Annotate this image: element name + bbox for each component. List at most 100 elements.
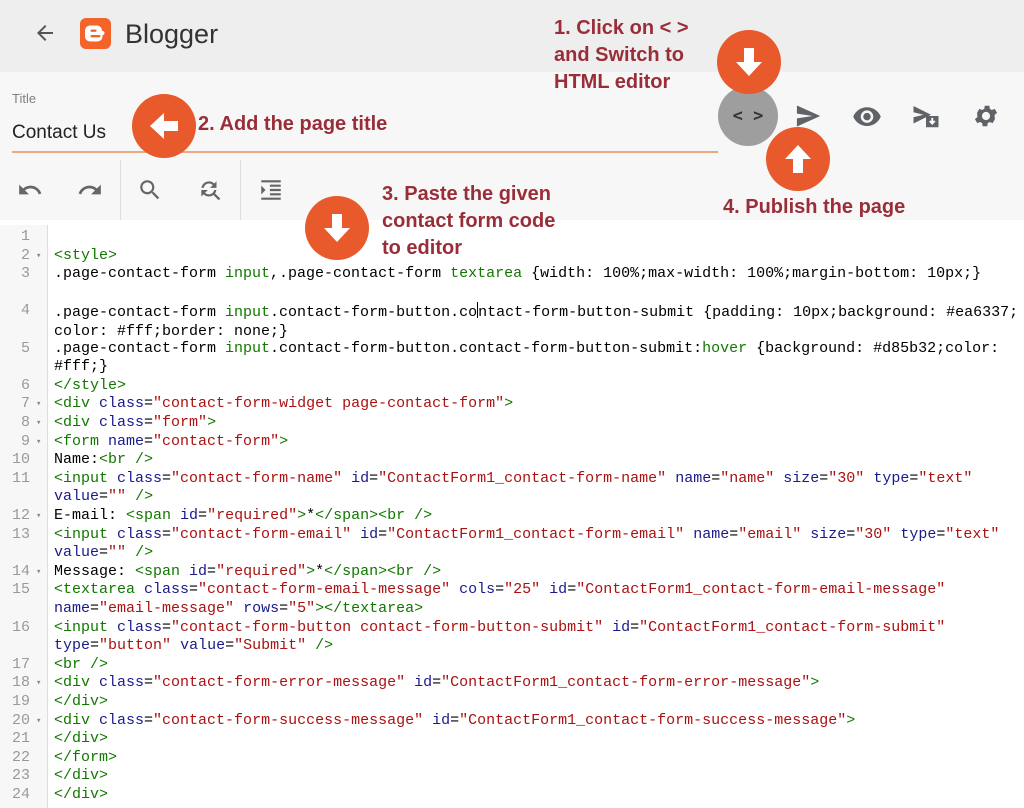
code-text: .page-contact-form input.contact-form-bu…: [54, 340, 1022, 377]
fold-toggle-icon[interactable]: ▾: [36, 674, 41, 693]
code-line: 7 ▾ <div class="contact-form-widget page-c…: [0, 395, 1024, 414]
code-token: =: [90, 637, 100, 655]
code-token: .page-contact-form: [54, 265, 226, 283]
code-line: 22 </form>: [0, 749, 1024, 768]
code-token: class: [117, 469, 163, 487]
eye-icon: [853, 107, 881, 126]
code-token: "contact-form": [153, 432, 280, 450]
line-number: 2: [20, 246, 30, 264]
code-line: 5 .page-contact-form input.contact-form-b…: [0, 340, 1024, 377]
undo-icon: [19, 184, 42, 195]
code-token: "text": [945, 525, 1000, 543]
code-token: .page-contact-form: [54, 304, 226, 322]
code-token: value: [180, 637, 226, 655]
line-number: 18: [11, 674, 30, 692]
code-token: =: [630, 618, 640, 636]
code-token: name: [108, 432, 145, 450]
fold-toggle-icon[interactable]: ▾: [36, 712, 41, 731]
code-token: "25": [504, 581, 541, 599]
send-icon: [796, 105, 821, 127]
code-token: "required": [207, 507, 298, 524]
line-number: 13: [11, 525, 30, 543]
code-token: <div: [54, 414, 100, 431]
code-token: Message:: [54, 562, 136, 580]
back-arrow-icon[interactable]: [28, 16, 62, 50]
code-token: <span: [135, 562, 190, 580]
code-text: </div>: [54, 767, 1022, 786]
line-number: 8: [20, 414, 30, 431]
code-text: <textarea class="contact-form-email-mess…: [54, 581, 1022, 618]
code-token: "contact-form-button contact-form-button…: [171, 618, 604, 636]
gear-icon: [974, 105, 998, 127]
line-number: 10: [11, 451, 30, 469]
html-view-toggle-button[interactable]: < >: [718, 86, 778, 146]
code-token: =: [90, 599, 100, 617]
code-token: Name:: [54, 451, 100, 469]
code-text: </form>: [54, 749, 1022, 768]
toolbar-divider: [120, 160, 121, 220]
undo-button[interactable]: [10, 170, 50, 210]
find-replace-button[interactable]: [190, 170, 230, 210]
find-button[interactable]: [130, 170, 170, 210]
arrow-left-icon: [150, 113, 178, 139]
format-button[interactable]: [251, 170, 291, 210]
code-token: input: [225, 339, 271, 357]
code-token: id: [549, 581, 568, 599]
annotation-arrow-down: [305, 196, 369, 260]
code-editor[interactable]: 1 2 ▾ <style> 3 .page-contact-form input,.pag…: [0, 225, 1024, 808]
code-token: =: [378, 525, 388, 543]
code-token: =: [729, 525, 739, 543]
code-token: =: [144, 674, 154, 692]
code-token: <div: [54, 395, 100, 413]
code-token: id: [360, 525, 379, 543]
fold-toggle-icon[interactable]: ▾: [36, 395, 41, 414]
line-number: 15: [11, 581, 30, 599]
code-text: </div>: [54, 730, 1022, 749]
code-token: id: [414, 674, 433, 692]
code-token: rows: [243, 599, 280, 617]
redo-button[interactable]: [70, 170, 110, 210]
redo-icon: [78, 184, 101, 195]
code-token: "30": [828, 469, 865, 487]
title-label: Title: [12, 91, 37, 106]
code-view-icon: < >: [732, 106, 764, 126]
preview-button[interactable]: [847, 96, 887, 136]
title-underline: [12, 151, 718, 153]
fold-toggle-icon[interactable]: ▾: [36, 563, 41, 582]
code-token: "email-message": [99, 599, 235, 617]
code-token: =: [567, 581, 577, 599]
code-text: </div>: [54, 786, 1022, 805]
fold-toggle-icon[interactable]: ▾: [36, 507, 41, 526]
code-token: "ContactForm1_contact-form-submit": [639, 618, 946, 636]
code-token: =: [819, 469, 829, 487]
code-token: "form": [153, 414, 208, 431]
code-token: "30": [855, 525, 892, 543]
arrow-down-icon: [324, 214, 350, 242]
code-token: =: [198, 507, 208, 524]
code-text: E-mail: <span id="required">*</span><br …: [54, 507, 1022, 526]
code-token: <br />: [54, 655, 109, 673]
code-token: "ContactForm1_contact-form-success-messa…: [459, 711, 847, 729]
code-token: "name": [720, 469, 775, 487]
code-token: "ContactForm1_contact-form-email": [387, 525, 685, 543]
code-token: />: [135, 488, 154, 506]
code-token: =: [189, 581, 199, 599]
save-draft-button[interactable]: [906, 96, 946, 136]
code-text: <input class="contact-form-email" id="Co…: [54, 526, 1022, 563]
fold-toggle-icon[interactable]: ▾: [36, 247, 41, 266]
code-token: =: [495, 581, 505, 599]
code-token: </style>: [54, 376, 127, 394]
fold-toggle-icon[interactable]: ▾: [36, 414, 41, 433]
code-token: </div>: [54, 730, 109, 748]
code-line: 20 ▾ <div class="contact-form-success-mess…: [0, 712, 1024, 731]
settings-button[interactable]: [966, 96, 1006, 136]
fold-toggle-icon[interactable]: ▾: [36, 433, 41, 452]
code-token: name: [675, 469, 712, 487]
